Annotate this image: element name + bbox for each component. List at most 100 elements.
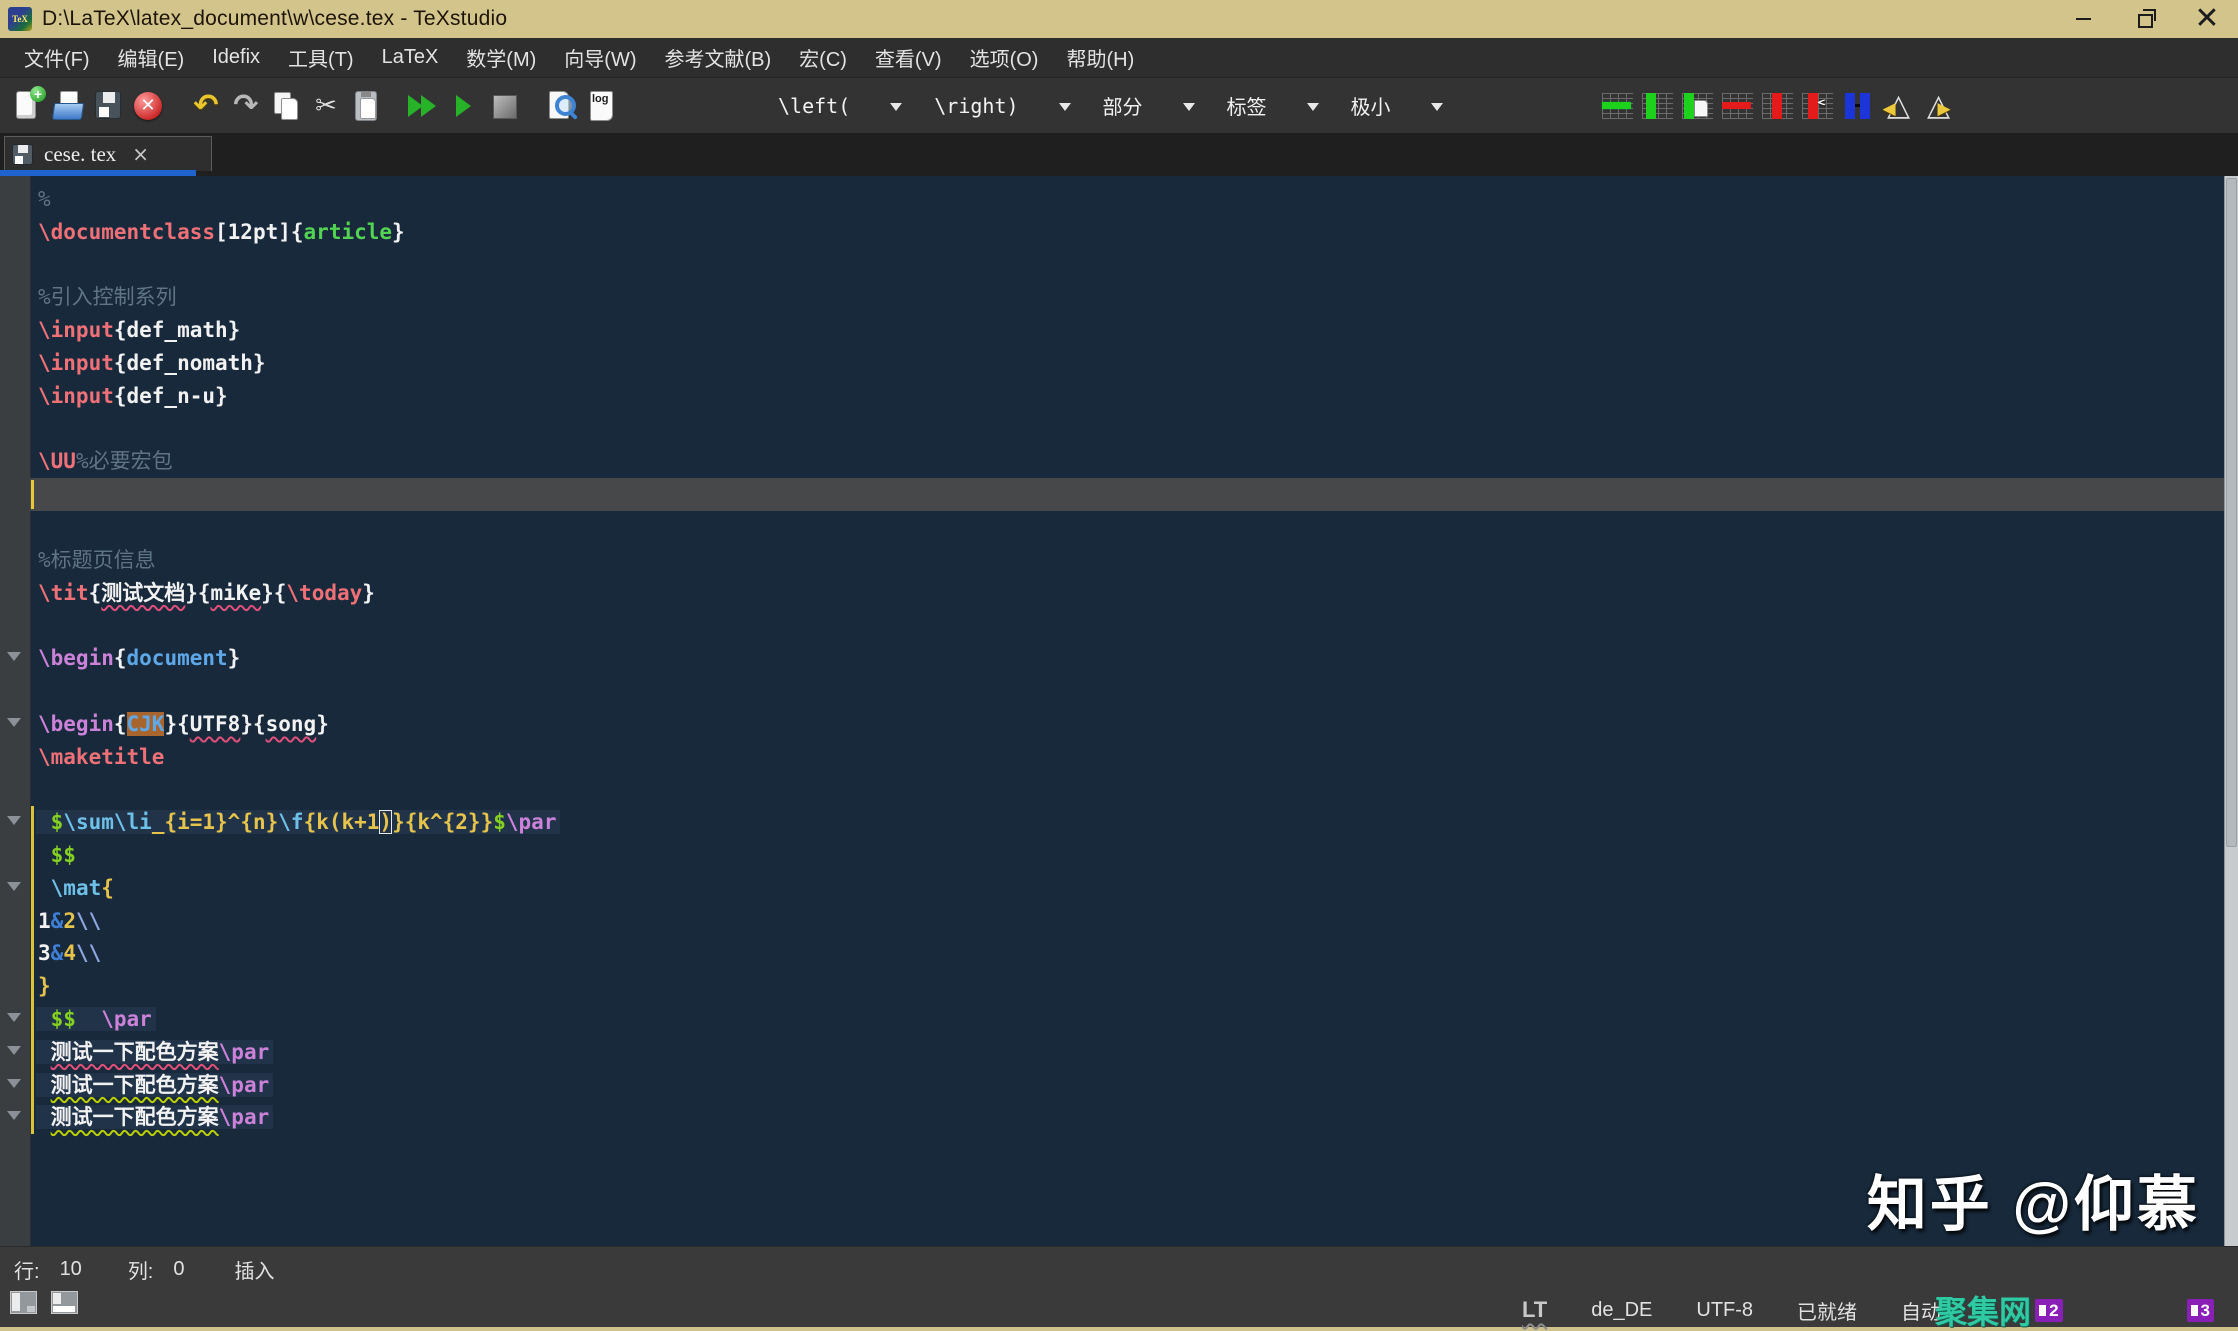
new-document-icon[interactable] <box>9 87 47 125</box>
code-line[interactable]: \maketitle <box>30 741 2225 774</box>
menu-item[interactable]: 查看(V) <box>861 43 956 72</box>
code-line[interactable]: $\sum\li_{i=1}^{n}\f{k(k+1)}{k^{2}}$\par <box>30 806 2225 839</box>
minimize-button[interactable] <box>2052 0 2114 38</box>
code-line[interactable]: \begin{document} <box>30 642 2225 675</box>
size-combo[interactable]: 极小 <box>1345 89 1443 122</box>
code-line[interactable]: 1&2\\ <box>30 905 2225 938</box>
code-line[interactable]: \begin{CJK}{UTF8}{song} <box>30 708 2225 741</box>
code-line[interactable]: $$ <box>30 839 2225 872</box>
stop-compile-icon[interactable] <box>485 87 523 125</box>
previous-marker-icon[interactable] <box>1880 87 1918 125</box>
code-line[interactable]: 测试一下配色方案\par <box>30 1101 2225 1134</box>
copy-icon[interactable] <box>267 87 305 125</box>
view-icon[interactable] <box>445 87 483 125</box>
fold-arrow-icon[interactable] <box>7 1079 21 1095</box>
menu-item[interactable]: 编辑(E) <box>104 43 199 72</box>
code-line[interactable] <box>30 249 2225 282</box>
code-lines[interactable]: %\documentclass[12pt]{article}%引入控制系列\in… <box>30 176 2225 1251</box>
spell-language[interactable]: de_DE <box>1591 1299 1652 1322</box>
close-window-button[interactable]: ✕ <box>2176 0 2238 38</box>
fold-arrow-icon[interactable] <box>7 718 21 734</box>
menu-item[interactable]: 工具(T) <box>274 43 368 72</box>
right-delimiter-combo[interactable]: \right) <box>928 92 1070 120</box>
remove-row-icon[interactable] <box>1720 87 1758 125</box>
tab-cese-tex[interactable]: cese. tex × <box>4 136 212 171</box>
code-line[interactable] <box>30 478 2225 511</box>
code-line[interactable]: % <box>30 183 2225 216</box>
open-file-icon[interactable] <box>49 87 87 125</box>
code-line[interactable]: %引入控制系列 <box>30 281 2225 314</box>
build-and-view-icon[interactable] <box>405 87 443 125</box>
code-line[interactable] <box>30 511 2225 544</box>
scrollbar-thumb[interactable] <box>2226 178 2237 847</box>
menu-item[interactable]: 帮助(H) <box>1052 43 1148 72</box>
code-line[interactable]: 3&4\\ <box>30 937 2225 970</box>
insert-mode: 插入 <box>235 1255 275 1284</box>
menu-item[interactable]: Idefix <box>198 46 274 69</box>
code-line[interactable]: 测试一下配色方案\par <box>30 1069 2225 1102</box>
next-marker-icon[interactable] <box>1920 87 1958 125</box>
menu-item[interactable]: 向导(W) <box>550 43 650 72</box>
watermark-badge-2: 2 <box>2035 1299 2062 1322</box>
combo-group: \left( \right) 部分标签极小 <box>772 89 1469 122</box>
menu-item[interactable]: 文件(F) <box>10 43 104 72</box>
code-line[interactable]: 测试一下配色方案\par <box>30 1036 2225 1069</box>
code-line[interactable]: %标题页信息 <box>30 544 2225 577</box>
bottom-panel-toggle-icon[interactable] <box>51 1291 78 1314</box>
fold-arrow-icon[interactable] <box>7 816 21 832</box>
editor-area[interactable]: %\documentclass[12pt]{article}%引入控制系列\in… <box>0 176 2238 1251</box>
code-line[interactable] <box>30 609 2225 642</box>
code-line[interactable]: \tit{测试文档}{miKe}{\today} <box>30 577 2225 610</box>
paste-icon[interactable] <box>347 87 385 125</box>
redo-icon[interactable] <box>227 87 265 125</box>
encoding[interactable]: UTF-8 <box>1696 1299 1753 1322</box>
left-delimiter-combo[interactable]: \left( <box>772 92 902 120</box>
paste-column-icon[interactable] <box>1680 87 1718 125</box>
fold-arrow-icon[interactable] <box>7 652 21 668</box>
close-document-icon[interactable] <box>129 87 167 125</box>
menu-item[interactable]: 宏(C) <box>785 43 861 72</box>
cut-column-icon[interactable] <box>1800 87 1838 125</box>
code-line[interactable]: \input{def_n-u} <box>30 380 2225 413</box>
table-tool-group <box>1599 87 1959 125</box>
zhihu-watermark: 知乎 @仰慕 <box>1867 1156 2200 1243</box>
open-log-icon[interactable] <box>583 87 621 125</box>
window-controls: ✕ <box>2052 0 2238 38</box>
fold-arrow-icon[interactable] <box>7 882 21 898</box>
code-line[interactable]: } <box>30 970 2225 1003</box>
menu-item[interactable]: 数学(M) <box>452 43 550 72</box>
cut-icon[interactable] <box>307 87 345 125</box>
save-icon[interactable] <box>89 87 127 125</box>
vertical-scrollbar[interactable] <box>2224 176 2238 1251</box>
code-line[interactable]: $$ \par <box>30 1003 2225 1036</box>
languagetool-icon[interactable]: LT <box>1522 1299 1547 1321</box>
section-combo[interactable]: 部分 <box>1097 89 1195 122</box>
code-line[interactable] <box>30 773 2225 806</box>
restore-button[interactable] <box>2114 0 2176 38</box>
fold-arrow-icon[interactable] <box>7 1111 21 1127</box>
close-icon: ✕ <box>2194 0 2219 38</box>
code-line[interactable]: \documentclass[12pt]{article} <box>30 216 2225 249</box>
add-column-icon[interactable] <box>1640 87 1678 125</box>
code-line[interactable] <box>30 675 2225 708</box>
menu-item[interactable]: 参考文献(B) <box>650 43 785 72</box>
find-icon[interactable] <box>543 87 581 125</box>
code-line[interactable]: \input{def_math} <box>30 314 2225 347</box>
side-panel-toggle-icon[interactable] <box>10 1291 37 1314</box>
undo-icon[interactable] <box>187 87 225 125</box>
menu-item[interactable]: 选项(O) <box>956 43 1053 72</box>
label-combo[interactable]: 标签 <box>1221 89 1319 122</box>
align-columns-icon[interactable] <box>1840 87 1878 125</box>
code-line[interactable] <box>30 413 2225 446</box>
code-line[interactable]: \mat{ <box>30 872 2225 905</box>
tab-close-icon[interactable]: × <box>132 144 149 164</box>
add-row-icon[interactable] <box>1600 87 1638 125</box>
remove-column-icon[interactable] <box>1760 87 1798 125</box>
menu-item[interactable]: LaTeX <box>368 46 453 69</box>
code-line[interactable]: \input{def_nomath} <box>30 347 2225 380</box>
fold-gutter[interactable] <box>0 176 31 1251</box>
text-cursor <box>31 480 34 509</box>
fold-arrow-icon[interactable] <box>7 1013 21 1029</box>
fold-arrow-icon[interactable] <box>7 1046 21 1062</box>
code-line[interactable]: \UU%必要宏包 <box>30 445 2225 478</box>
